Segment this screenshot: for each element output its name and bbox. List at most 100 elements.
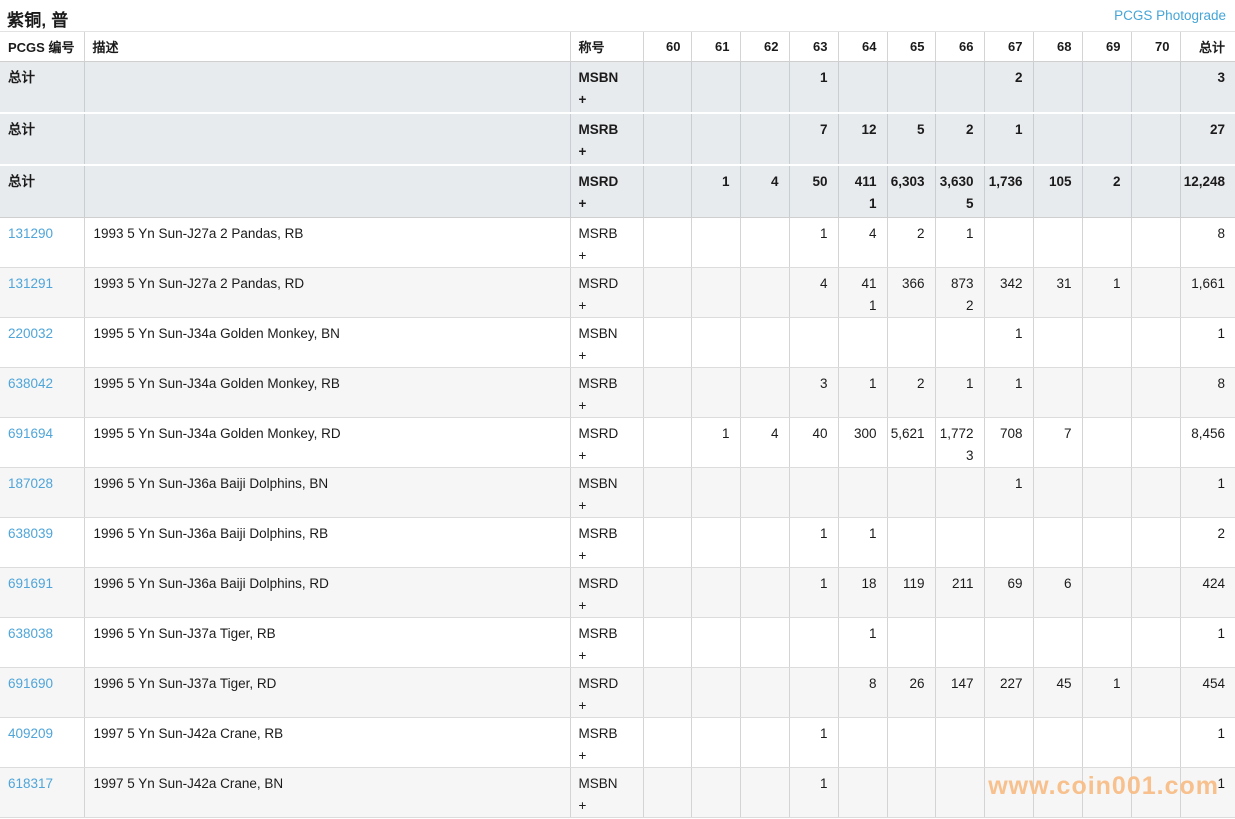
designation-plus-text: + bbox=[571, 395, 643, 417]
grade-count: 1 bbox=[936, 368, 984, 395]
description-cell: 1997 5 Yn Sun-J42a Crane, BN bbox=[84, 767, 570, 817]
grade-count bbox=[1132, 568, 1180, 595]
grade-cell-68 bbox=[1033, 317, 1082, 367]
grade-plus-count: 3 bbox=[936, 445, 984, 467]
grade-plus-count bbox=[741, 245, 789, 267]
grade-count bbox=[741, 318, 789, 345]
grade-count bbox=[936, 768, 984, 795]
grade-cell-64: 1 bbox=[838, 517, 887, 567]
pcgs-number-link[interactable]: 220032 bbox=[8, 326, 53, 341]
pcgs-number-link[interactable]: 691691 bbox=[8, 576, 53, 591]
grade-count: 6 bbox=[1034, 568, 1082, 595]
pcgs-number-link[interactable]: 618317 bbox=[8, 776, 53, 791]
grade-count bbox=[1083, 618, 1131, 645]
grade-cell-65 bbox=[887, 717, 935, 767]
grade-plus-count bbox=[741, 345, 789, 367]
grade-cell-68 bbox=[1033, 517, 1082, 567]
grade-plus-count bbox=[888, 595, 935, 617]
row-total-cell: 8,456 bbox=[1180, 417, 1235, 467]
grade-cell-68 bbox=[1033, 717, 1082, 767]
grade-count bbox=[1034, 114, 1082, 141]
table-row: 6183171997 5 Yn Sun-J42a Crane, BNMSBN+1… bbox=[0, 767, 1235, 817]
grade-count bbox=[1034, 218, 1082, 245]
grade-plus-count bbox=[741, 295, 789, 317]
pcgs-number-line: 总计 bbox=[0, 114, 84, 141]
pcgs-number-cell: 618317 bbox=[0, 767, 84, 817]
pcgs-number-link[interactable]: 691694 bbox=[8, 426, 53, 441]
grade-cell-65: 2 bbox=[887, 367, 935, 417]
grade-count bbox=[1034, 718, 1082, 745]
grade-cell-65 bbox=[887, 767, 935, 817]
pcgs-number-link[interactable]: 131290 bbox=[8, 226, 53, 241]
pcgs-number-link[interactable]: 638038 bbox=[8, 626, 53, 641]
designation-plus-text: + bbox=[571, 141, 643, 163]
pcgs-number-line: 638039 bbox=[0, 518, 84, 545]
pcgs-number-link[interactable]: 409209 bbox=[8, 726, 53, 741]
grade-count: 41 bbox=[839, 268, 887, 295]
grade-count: 119 bbox=[888, 568, 935, 595]
table-body: 总计MSBN+123总计MSRB+71252127总计MSRD+14504111… bbox=[0, 61, 1235, 817]
pcgs-number-link[interactable]: 131291 bbox=[8, 276, 53, 291]
grade-cell-69 bbox=[1082, 517, 1131, 567]
grade-count: 300 bbox=[839, 418, 887, 445]
grade-plus-count bbox=[1083, 495, 1131, 517]
table-row: 2200321995 5 Yn Sun-J34a Golden Monkey, … bbox=[0, 317, 1235, 367]
grade-plus-count bbox=[741, 193, 789, 215]
grade-count bbox=[936, 318, 984, 345]
grade-count: 2 bbox=[888, 218, 935, 245]
pcgs-number-link[interactable]: 638042 bbox=[8, 376, 53, 391]
row-total-value: 424 bbox=[1181, 568, 1235, 595]
grade-count bbox=[936, 718, 984, 745]
grade-count bbox=[888, 468, 935, 495]
grade-count bbox=[644, 218, 691, 245]
grade-count bbox=[936, 618, 984, 645]
grade-cell-70 bbox=[1131, 467, 1180, 517]
grade-cell-67: 69 bbox=[984, 567, 1033, 617]
grade-count: 1 bbox=[985, 114, 1033, 141]
grade-cell-69 bbox=[1082, 61, 1131, 113]
grade-plus-count bbox=[644, 545, 691, 567]
designation-text: MSBN bbox=[571, 468, 643, 495]
row-total-cell: 12,248 bbox=[1180, 165, 1235, 217]
grade-plus-count bbox=[692, 745, 740, 767]
pcgs-number-link[interactable]: 638039 bbox=[8, 526, 53, 541]
pcgs-number-link[interactable]: 691690 bbox=[8, 676, 53, 691]
grade-cell-62: 4 bbox=[740, 165, 789, 217]
grade-cell-63 bbox=[789, 467, 838, 517]
row-total-value: 1 bbox=[1181, 618, 1235, 645]
grade-cell-65 bbox=[887, 467, 935, 517]
grade-cell-60 bbox=[643, 767, 691, 817]
description-text bbox=[85, 114, 570, 141]
grade-plus-count bbox=[741, 89, 789, 111]
grade-plus-count bbox=[985, 545, 1033, 567]
grade-plus-count bbox=[1083, 695, 1131, 717]
grade-plus-count bbox=[1132, 395, 1180, 417]
grade-count: 50 bbox=[790, 166, 838, 193]
pcgs-number-link[interactable]: 187028 bbox=[8, 476, 53, 491]
designation-cell: MSRD+ bbox=[570, 417, 643, 467]
grade-plus-count bbox=[1034, 695, 1082, 717]
table-row: 6380391996 5 Yn Sun-J36a Baiji Dolphins,… bbox=[0, 517, 1235, 567]
grade-count: 1,772 bbox=[936, 418, 984, 445]
grade-cell-65: 5,621 bbox=[887, 417, 935, 467]
grade-cell-64: 411 bbox=[838, 267, 887, 317]
grade-plus-count bbox=[888, 545, 935, 567]
grade-cell-60 bbox=[643, 467, 691, 517]
grade-count bbox=[1132, 418, 1180, 445]
grade-count bbox=[741, 518, 789, 545]
grade-count bbox=[839, 318, 887, 345]
grade-count bbox=[692, 718, 740, 745]
photograde-link[interactable]: PCGS Photograde bbox=[1114, 8, 1226, 23]
designation-cell: MSRD+ bbox=[570, 567, 643, 617]
pcgs-number-cell: 638038 bbox=[0, 617, 84, 667]
grade-cell-67 bbox=[984, 767, 1033, 817]
grade-cell-64 bbox=[838, 317, 887, 367]
grade-cell-63: 4 bbox=[789, 267, 838, 317]
grade-count bbox=[741, 62, 789, 89]
grade-count bbox=[741, 668, 789, 695]
grade-count bbox=[1034, 518, 1082, 545]
grade-count: 1 bbox=[692, 166, 740, 193]
grade-count: 1 bbox=[1083, 268, 1131, 295]
grade-count bbox=[1083, 114, 1131, 141]
designation-cell: MSRB+ bbox=[570, 217, 643, 267]
